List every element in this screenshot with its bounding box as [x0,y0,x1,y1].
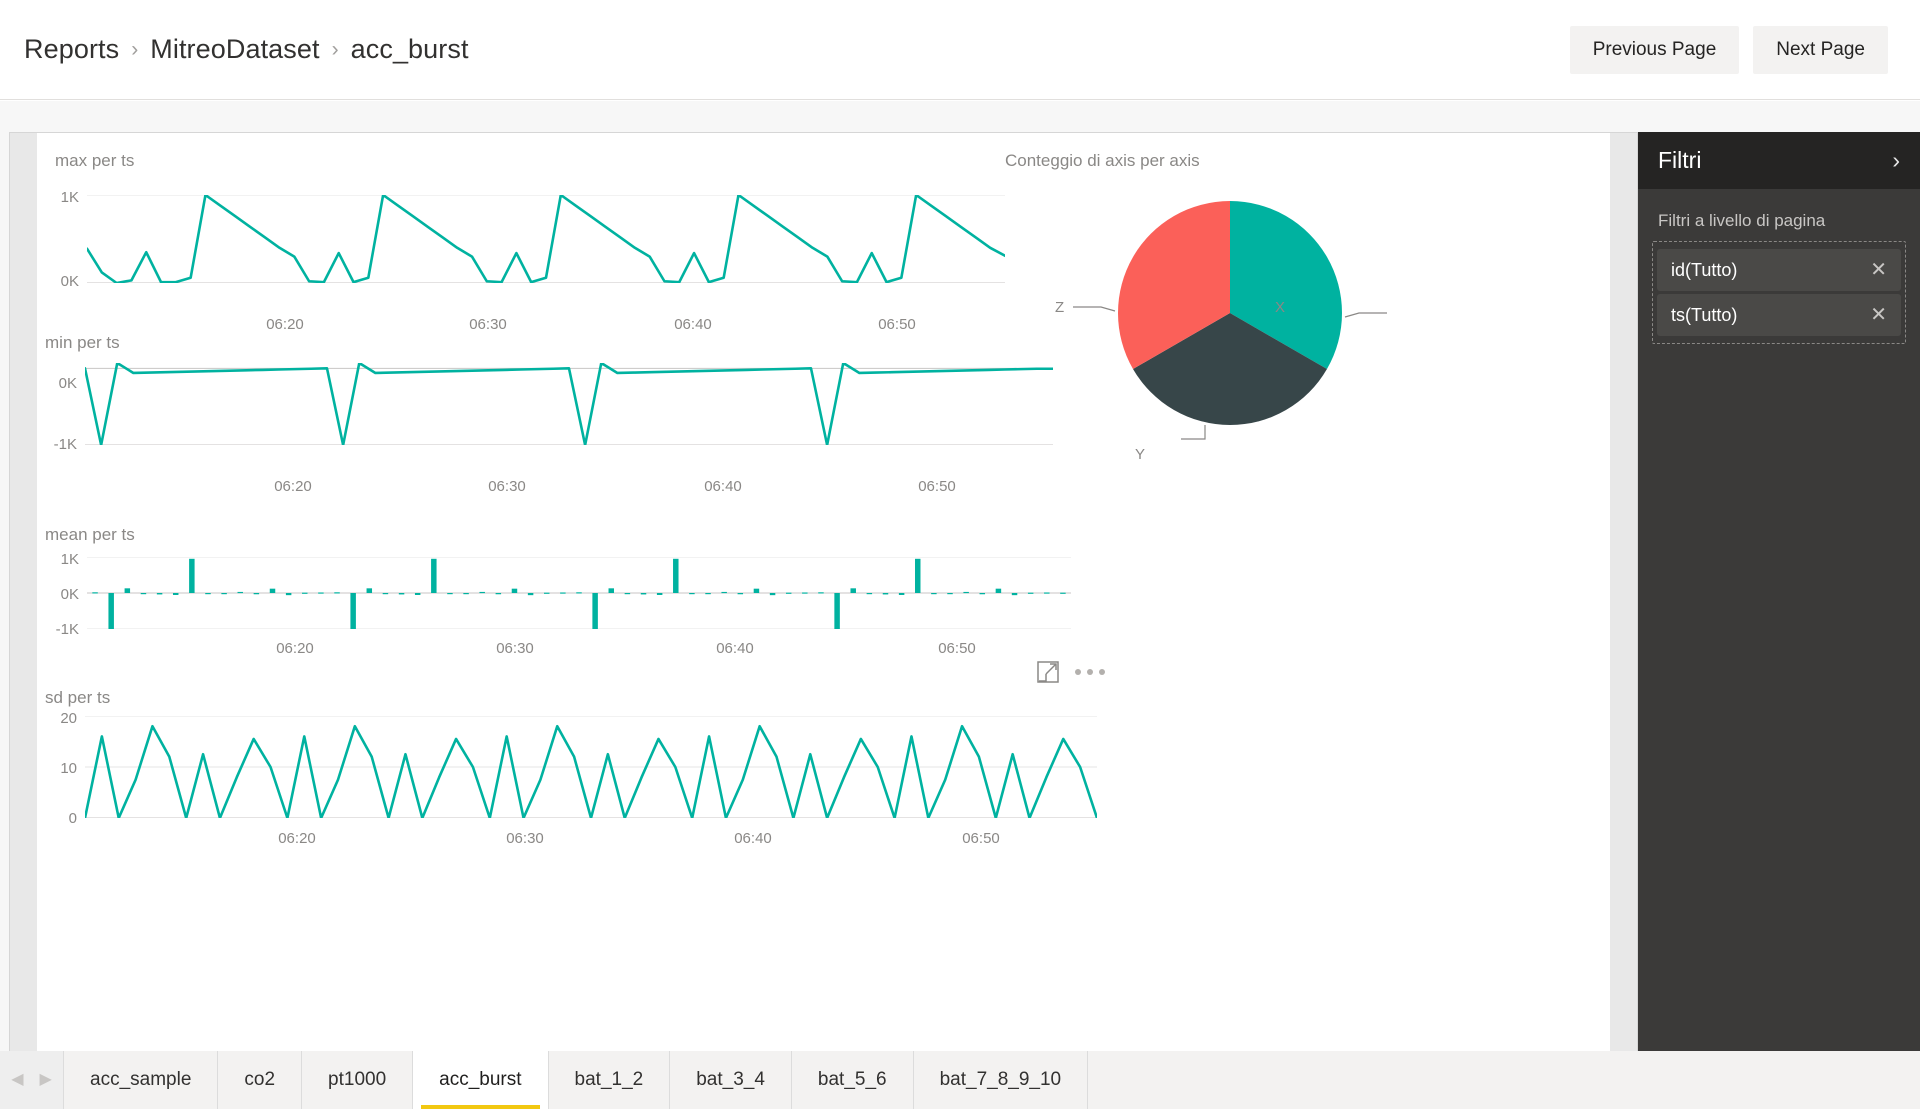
tab-scroll-arrows: ◀ ▶ [0,1051,64,1109]
more-options-icon[interactable] [1075,669,1105,675]
plot-area-min-per-ts [85,363,1053,445]
y-tick-sd-10: 10 [60,760,77,777]
x-tick-max-0620: 06:20 [266,316,304,333]
top-navigation-bar: Reports › MitreoDataset › acc_burst Prev… [0,0,1920,100]
x-tick-max-0640: 06:40 [674,316,712,333]
x-tick-min-0630: 06:30 [488,478,526,495]
filters-section-label: Filtri a livello di pagina [1658,211,1826,230]
report-canvas-area: max per ts 1K 0K 06:20 06:30 06:40 06:50… [0,101,1920,1051]
y-tick-mean-neg1k: -1K [55,621,79,638]
line-chart-max-per-ts [87,195,1005,283]
visual-max-per-ts[interactable]: max per ts 1K 0K 06:20 06:30 06:40 06:50 [55,151,1015,361]
visual-min-per-ts[interactable]: min per ts 0K -1K 06:20 06:30 06:40 06:5… [45,333,1065,543]
filter-card-id[interactable]: id(Tutto) ✕ [1657,249,1901,291]
breadcrumb-separator-icon: › [131,37,139,61]
powerbi-report-page: Reports › MitreoDataset › acc_burst Prev… [0,0,1920,1109]
x-tick-sd-0630: 06:30 [506,830,544,847]
page-tab-co2[interactable]: co2 [218,1051,303,1109]
line-chart-sd-per-ts [85,716,1097,818]
next-page-button[interactable]: Next Page [1753,25,1888,74]
visual-conteggio-axis-pie[interactable]: Conteggio di axis per axis Z X Y [1005,151,1585,463]
x-tick-mean-0620: 06:20 [276,640,314,657]
page-tab-bat-5-6[interactable]: bat_5_6 [791,1051,914,1109]
x-tick-min-0620: 06:20 [274,478,312,495]
plot-area-sd-per-ts [85,716,1097,818]
x-tick-max-0650: 06:50 [878,316,916,333]
breadcrumb: Reports › MitreoDataset › acc_burst [24,34,469,65]
page-tab-bat-1-2[interactable]: bat_1_2 [548,1051,671,1109]
filter-card-ts-label: ts(Tutto) [1671,304,1738,325]
page-navigation-buttons: Previous Page Next Page [1569,25,1896,74]
close-icon[interactable]: ✕ [1870,260,1887,280]
canvas-right-margin [1610,133,1637,1051]
report-canvas: max per ts 1K 0K 06:20 06:30 06:40 06:50… [9,132,1638,1051]
y-tick-min-neg1k: -1K [53,436,77,453]
plot-area-mean-per-ts [87,557,1071,629]
close-icon[interactable]: ✕ [1870,305,1887,325]
page-tab-bat-7-8-9-10[interactable]: bat_7_8_9_10 [913,1051,1089,1109]
y-tick-mean-1k: 1K [60,551,79,568]
bar-chart-mean-per-ts [87,557,1071,629]
x-tick-mean-0640: 06:40 [716,640,754,657]
tab-bar-filler [1088,1051,1920,1109]
x-tick-mean-0650: 06:50 [938,640,976,657]
page-level-filters-group: id(Tutto) ✕ ts(Tutto) ✕ [1652,241,1906,344]
y-tick-max-1k: 1K [60,189,79,206]
focus-mode-icon[interactable] [1037,661,1059,683]
breadcrumb-item-reports[interactable]: Reports [24,34,119,65]
visual-sd-per-ts[interactable]: sd per ts 20 10 0 06:20 06:30 06:40 06:5… [45,688,1115,918]
page-tab-acc-sample[interactable]: acc_sample [64,1051,219,1109]
filters-pane-title: Filtri [1658,147,1702,173]
pie-label-y: Y [1135,446,1146,463]
scroll-left-icon[interactable]: ◀ [11,1072,23,1088]
line-chart-min-per-ts [85,363,1053,445]
visual-title-sd-per-ts: sd per ts [45,688,111,707]
page-tabs: acc_sample co2 pt1000 acc_burst bat_1_2 … [64,1051,1089,1109]
x-tick-sd-0650: 06:50 [962,830,1000,847]
scroll-right-icon[interactable]: ▶ [40,1072,52,1088]
y-tick-sd-0: 0 [68,810,77,827]
pie-chart-axis-distribution [1073,200,1387,440]
canvas-left-margin [10,133,37,1051]
y-tick-mean-0k: 0K [60,586,79,603]
x-tick-sd-0620: 06:20 [278,830,316,847]
plot-area-max-per-ts [87,195,1005,283]
filters-pane: Filtri › Filtri a livello di pagina id(T… [1638,132,1920,1051]
y-tick-min-0k: 0K [58,375,77,392]
page-tab-bat-3-4[interactable]: bat_3_4 [670,1051,792,1109]
x-tick-min-0640: 06:40 [704,478,742,495]
canvas-inner: max per ts 1K 0K 06:20 06:30 06:40 06:50… [37,133,1610,1051]
y-tick-max-0k: 0K [60,273,79,290]
filter-card-ts[interactable]: ts(Tutto) ✕ [1657,294,1901,336]
x-tick-sd-0640: 06:40 [734,830,772,847]
previous-page-button[interactable]: Previous Page [1569,25,1740,74]
breadcrumb-separator-icon: › [331,37,339,61]
page-tab-pt1000[interactable]: pt1000 [302,1051,414,1109]
pie-label-x: X [1275,299,1286,316]
y-tick-sd-20: 20 [60,710,77,727]
breadcrumb-item-dataset[interactable]: MitreoDataset [150,34,319,65]
chevron-right-icon[interactable]: › [1892,149,1900,172]
x-tick-mean-0630: 06:30 [496,640,534,657]
x-tick-max-0630: 06:30 [469,316,507,333]
pie-label-z: Z [1055,299,1065,316]
filters-pane-header: Filtri › [1638,132,1920,189]
visual-action-buttons [1037,661,1105,683]
page-tab-acc-burst[interactable]: acc_burst [413,1051,549,1109]
visual-title-max-per-ts: max per ts [55,151,135,170]
filter-card-id-label: id(Tutto) [1671,259,1738,280]
visual-title-mean-per-ts: mean per ts [45,525,135,544]
breadcrumb-item-current-page: acc_burst [350,34,469,64]
visual-title-min-per-ts: min per ts [45,333,120,352]
x-tick-min-0650: 06:50 [918,478,956,495]
page-tab-bar: ◀ ▶ acc_sample co2 pt1000 acc_burst bat_… [0,1051,1920,1109]
visual-title-pie: Conteggio di axis per axis [1005,151,1200,170]
